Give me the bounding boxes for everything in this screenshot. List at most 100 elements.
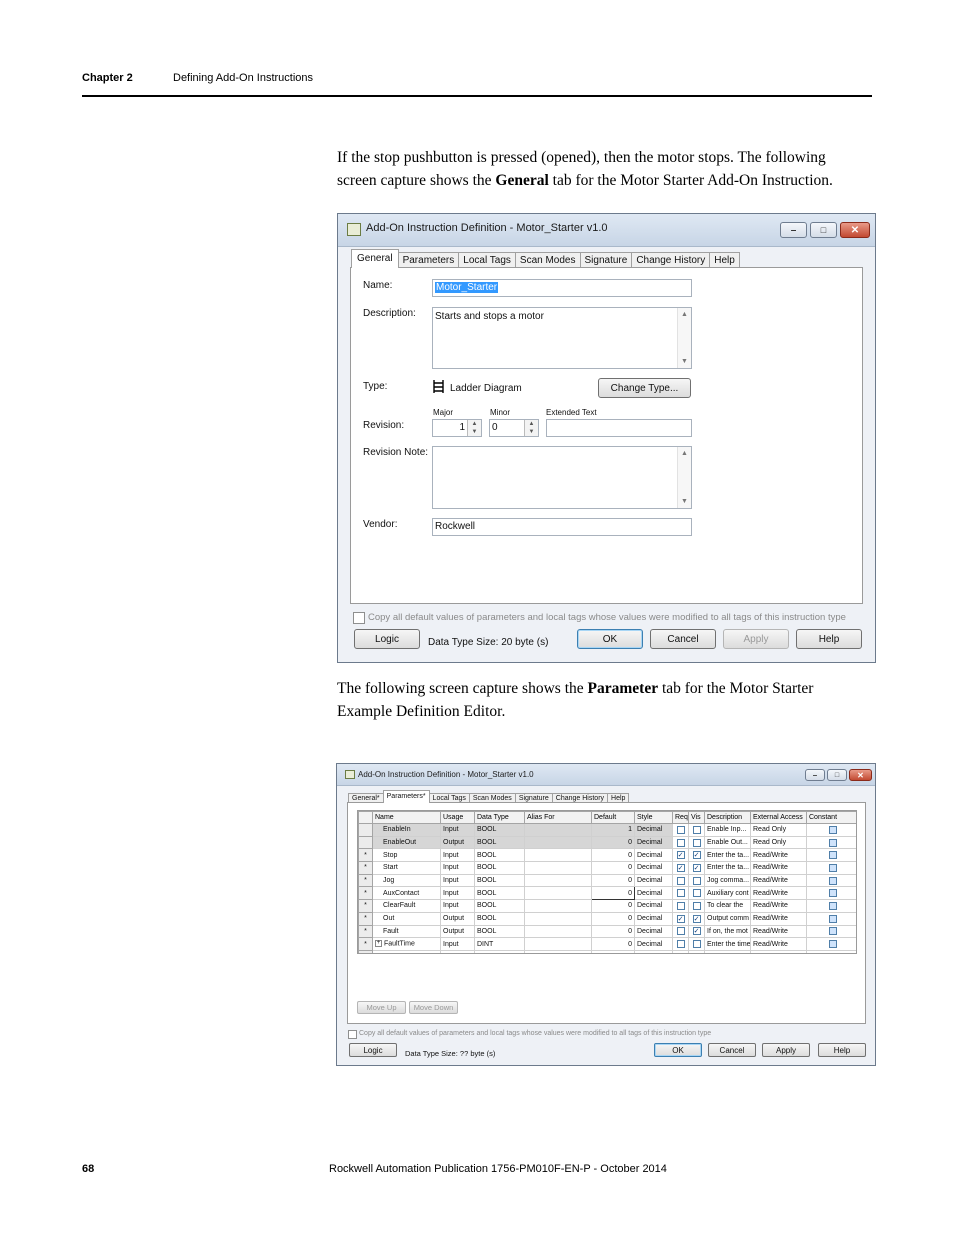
style-cell[interactable]: Decimal	[634, 886, 673, 901]
row-header[interactable]: *	[358, 848, 373, 863]
ok-button-2[interactable]: OK	[654, 1043, 702, 1057]
usage-cell[interactable]: Output	[440, 924, 475, 939]
required-checkbox[interactable]	[676, 825, 685, 834]
tab-change-history[interactable]: Change History	[631, 252, 711, 268]
required-checkbox[interactable]: ✓	[676, 863, 685, 872]
column-header-vis[interactable]: Vis	[688, 811, 705, 824]
cancel-button[interactable]: Cancel	[650, 629, 716, 649]
table-row[interactable]: * Jog Input BOOL 0 Decimal Jog comma... Read/Wr…	[358, 873, 856, 888]
extended-text-field[interactable]	[546, 419, 692, 437]
visible-cell[interactable]	[688, 886, 705, 901]
visible-cell[interactable]: ✓	[688, 924, 705, 939]
required-checkbox[interactable]	[676, 940, 685, 949]
description-cell[interactable]: Auxiliary cont	[704, 886, 751, 901]
required-checkbox[interactable]: ✓	[676, 914, 685, 923]
cancel-button-2[interactable]: Cancel	[708, 1043, 756, 1057]
table-row[interactable]: EnableOut Output BOOL 0 Decimal Enable Out...…	[358, 835, 856, 850]
tab-help[interactable]: Help	[709, 252, 740, 268]
constant-checkbox[interactable]	[828, 863, 837, 872]
tab-scan-modes[interactable]: Scan Modes	[514, 252, 581, 268]
visible-cell[interactable]	[688, 937, 705, 951]
table-row[interactable]: * ClearFault Input BOOL 0 Decimal To clear the…	[358, 899, 856, 913]
external-access-cell[interactable]: Read/Write	[750, 899, 807, 913]
required-cell[interactable]: ✓	[672, 911, 689, 926]
external-access-cell[interactable]: Read/Write	[750, 911, 807, 926]
default-cell[interactable]: 0	[591, 886, 635, 901]
data-type-cell[interactable]: BOOL	[474, 848, 525, 863]
parameter-name[interactable]: Stop	[372, 848, 441, 863]
style-cell[interactable]: Decimal	[634, 835, 673, 850]
visible-checkbox[interactable]: ✓	[692, 863, 701, 872]
required-checkbox[interactable]: ✓	[676, 851, 685, 860]
tab-local-tags[interactable]: Local Tags	[458, 252, 516, 268]
move-up-button[interactable]: Move Up	[357, 1001, 406, 1014]
new-row-checkbox[interactable]	[692, 952, 701, 953]
usage-cell[interactable]: Input	[440, 899, 475, 913]
visible-checkbox[interactable]	[692, 876, 701, 885]
external-access-cell[interactable]: Read Only	[750, 823, 807, 837]
parameter-name[interactable]: Out	[372, 911, 441, 926]
style-cell[interactable]: Decimal	[634, 924, 673, 939]
external-access-cell[interactable]: Read/Write	[750, 886, 807, 901]
style-cell[interactable]: Decimal	[634, 823, 673, 837]
close-button[interactable]: ✕	[840, 222, 870, 238]
minor-revision-spinner[interactable]: 0 ▲ ▼	[489, 419, 539, 437]
row-header[interactable]: *	[358, 861, 373, 875]
required-checkbox[interactable]	[676, 901, 685, 910]
parameter-name[interactable]: EnableIn	[372, 823, 441, 837]
default-cell[interactable]: 0	[591, 924, 635, 939]
data-type-cell[interactable]: BOOL	[474, 835, 525, 850]
constant-cell[interactable]	[806, 861, 856, 875]
usage-cell[interactable]: Input	[440, 886, 475, 901]
tab-signature[interactable]: Signature	[579, 252, 633, 268]
style-cell[interactable]: Decimal	[634, 899, 673, 913]
table-row[interactable]: * AuxContact Input BOOL 0 Decimal Auxiliary co…	[358, 886, 856, 901]
parameter-name[interactable]: EnableOut	[372, 835, 441, 850]
column-header-description[interactable]: Description	[704, 811, 751, 824]
table-row[interactable]: * Out Output BOOL 0 Decimal ✓ ✓ Output comm Read/…	[358, 911, 856, 926]
copy-defaults-checkbox[interactable]	[353, 612, 365, 624]
new-row-cell[interactable]	[704, 949, 751, 953]
required-cell[interactable]	[672, 899, 689, 913]
default-cell[interactable]: 0	[591, 873, 635, 888]
constant-cell[interactable]	[806, 835, 856, 850]
new-row-checkbox[interactable]	[828, 952, 837, 953]
external-access-cell[interactable]: Read Only	[750, 835, 807, 850]
external-access-cell[interactable]: Read/Write	[750, 937, 807, 951]
move-down-button[interactable]: Move Down	[409, 1001, 458, 1014]
new-row-cell[interactable]	[634, 949, 673, 953]
new-table-row[interactable]: ✎	[358, 949, 856, 953]
alias-for-cell[interactable]	[524, 924, 592, 939]
usage-cell[interactable]: Input	[440, 848, 475, 863]
visible-cell[interactable]	[688, 899, 705, 913]
change-type-button[interactable]: Change Type...	[598, 378, 691, 398]
close-button[interactable]: ✕	[849, 769, 872, 781]
row-header[interactable]: *	[358, 911, 373, 926]
data-type-cell[interactable]: BOOL	[474, 899, 525, 913]
visible-cell[interactable]	[688, 835, 705, 850]
visible-checkbox[interactable]: ✓	[692, 851, 701, 860]
revision-note-scrollbar[interactable]: ▲ ▼	[677, 447, 691, 508]
minimize-button[interactable]: –	[805, 769, 825, 781]
new-row-cell[interactable]	[688, 949, 705, 953]
new-row-cell[interactable]	[806, 949, 856, 953]
minimize-button[interactable]: –	[780, 222, 807, 238]
ok-button[interactable]: OK	[577, 629, 643, 649]
description-cell[interactable]: Output comm	[704, 911, 751, 926]
default-cell[interactable]: 0	[591, 861, 635, 875]
constant-cell[interactable]	[806, 886, 856, 901]
alias-for-cell[interactable]	[524, 861, 592, 875]
constant-checkbox[interactable]	[828, 876, 837, 885]
constant-cell[interactable]	[806, 911, 856, 926]
column-header-data-type[interactable]: Data Type	[474, 811, 525, 824]
default-cell[interactable]: 0	[591, 899, 635, 913]
row-header[interactable]	[358, 823, 373, 837]
alias-for-cell[interactable]	[524, 886, 592, 901]
required-cell[interactable]	[672, 873, 689, 888]
column-header-external-access[interactable]: External Access	[750, 811, 807, 824]
required-checkbox[interactable]	[676, 838, 685, 847]
required-cell[interactable]	[672, 823, 689, 837]
major-revision-spinner[interactable]: 1 ▲ ▼	[432, 419, 482, 437]
visible-cell[interactable]: ✓	[688, 911, 705, 926]
default-cell[interactable]: 1	[591, 823, 635, 837]
